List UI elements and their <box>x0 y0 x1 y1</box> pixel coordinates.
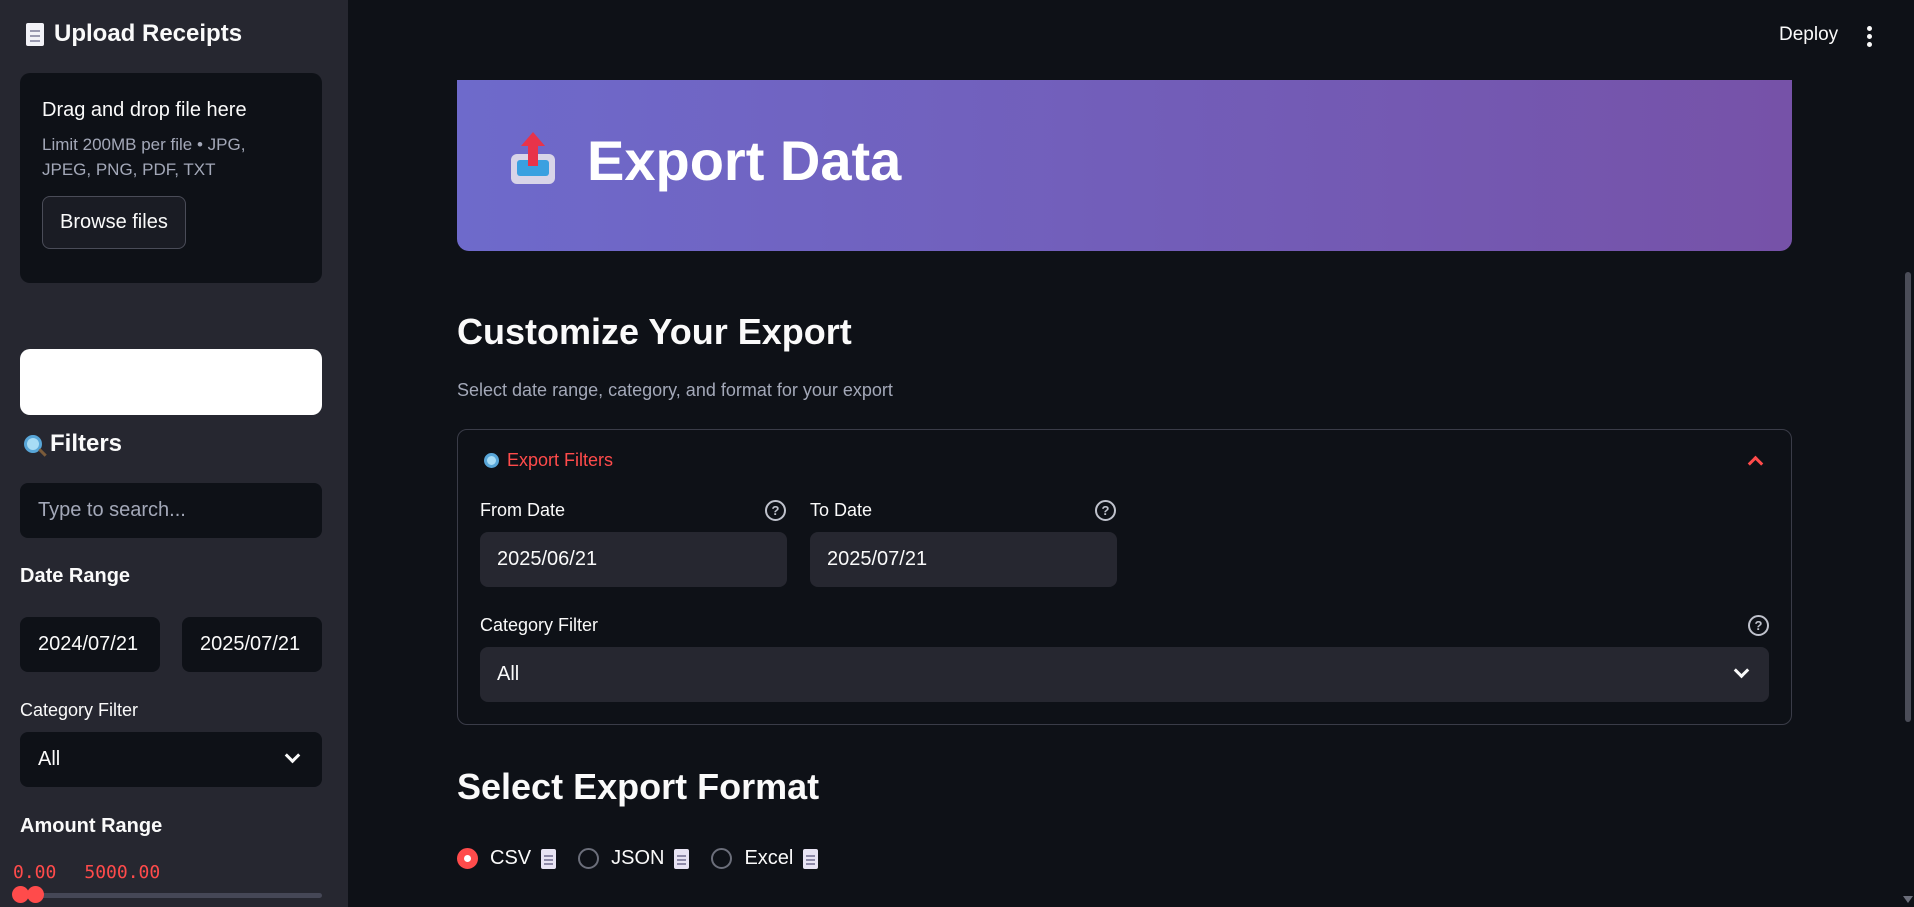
dropzone-limit: Limit 200MB per file • JPG, JPEG, PNG, P… <box>42 135 246 179</box>
amount-max-value: 5000.00 <box>84 862 161 883</box>
customize-heading: Customize Your Export <box>457 311 852 352</box>
file-dropzone[interactable]: Drag and drop file here Limit 200MB per … <box>20 73 322 283</box>
filters-title: Filters <box>24 430 122 458</box>
document-icon <box>26 22 44 46</box>
format-option-label: CSV <box>490 847 532 869</box>
export-filters-expander: Export Filters From Date ? 2025/06/21 To… <box>457 429 1792 725</box>
filters-title-text: Filters <box>50 430 123 457</box>
deploy-button[interactable]: Deploy <box>1779 24 1838 46</box>
date-range-start-input[interactable]: 2024/07/21 <box>20 617 160 672</box>
sidebar-category-label: Category Filter <box>20 700 139 720</box>
browse-files-button[interactable]: Browse files <box>42 196 186 249</box>
help-icon[interactable]: ? <box>1748 615 1769 636</box>
document-icon <box>541 848 557 869</box>
sidebar-upload-title: Upload Receipts <box>26 20 242 48</box>
help-icon[interactable]: ? <box>765 500 786 521</box>
category-filter-select[interactable]: All <box>480 647 1769 702</box>
date-range-end-input[interactable]: 2025/07/21 <box>182 617 322 672</box>
to-date-label: To Date <box>810 500 873 520</box>
document-icon <box>674 848 690 869</box>
sidebar-category-select[interactable]: All <box>20 732 322 787</box>
export-filters-title: Export Filters <box>507 450 614 470</box>
category-filter-value: All <box>497 663 520 685</box>
amount-slider-max-handle[interactable] <box>27 886 44 903</box>
customize-subtitle: Select date range, category, and format … <box>457 380 893 400</box>
from-date-label: From Date <box>480 500 566 520</box>
hero-banner: Export Data <box>457 80 1792 251</box>
radio-unchecked-icon <box>711 848 733 869</box>
main-scrollbar[interactable] <box>1905 272 1911 722</box>
main-menu-icon[interactable] <box>1867 26 1873 48</box>
export-filters-toggle[interactable]: Export Filters <box>484 450 613 471</box>
format-option-json[interactable]: JSON <box>578 847 690 870</box>
page-title: Export Data <box>587 129 902 192</box>
upload-title-text: Upload Receipts <box>54 20 243 47</box>
format-heading: Select Export Format <box>457 766 820 807</box>
format-option-csv[interactable]: CSV <box>457 847 557 870</box>
magnifier-icon <box>24 435 42 453</box>
amount-slider-track[interactable] <box>20 893 322 898</box>
radio-checked-icon <box>457 848 478 869</box>
format-option-label: Excel <box>744 847 794 869</box>
sidebar-category-value: All <box>38 748 61 770</box>
category-filter-label: Category Filter <box>480 615 599 635</box>
document-icon <box>803 848 819 869</box>
dropzone-title: Drag and drop file here <box>42 99 247 121</box>
magnifier-icon <box>484 453 499 468</box>
to-date-input[interactable]: 2025/07/21 <box>810 532 1117 587</box>
help-icon[interactable]: ? <box>1095 500 1116 521</box>
from-date-input[interactable]: 2025/06/21 <box>480 532 787 587</box>
export-format-radio-group: CSV JSON Excel <box>457 847 840 870</box>
radio-unchecked-icon <box>578 848 600 869</box>
chevron-down-icon <box>1733 662 1750 679</box>
amount-range-values: 0.00 5000.00 <box>13 862 160 883</box>
outbox-tray-icon <box>511 132 555 184</box>
date-range-label: Date Range <box>20 565 131 587</box>
format-option-excel[interactable]: Excel <box>711 847 819 870</box>
amount-min-value: 0.00 <box>13 862 57 883</box>
app-root: Upload Receipts Drag and drop file here … <box>0 0 1914 907</box>
search-input[interactable]: Type to search... <box>20 483 322 538</box>
amount-range-label: Amount Range <box>20 815 163 837</box>
scroll-down-arrow-icon[interactable] <box>1903 896 1913 903</box>
blank-white-panel <box>20 349 322 415</box>
format-option-label: JSON <box>611 847 665 869</box>
sidebar: Upload Receipts Drag and drop file here … <box>0 0 348 907</box>
chevron-up-icon[interactable] <box>1747 455 1764 472</box>
chevron-down-icon <box>284 747 301 764</box>
